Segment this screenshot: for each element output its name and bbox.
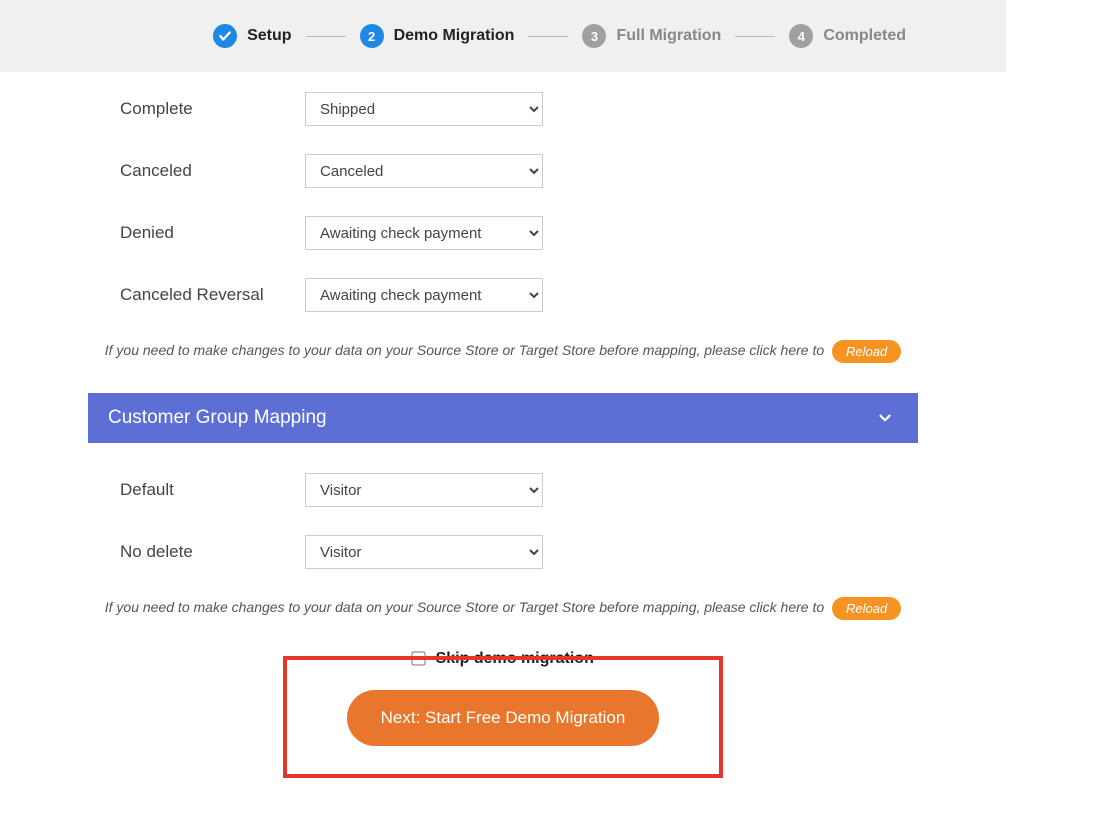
next-start-demo-button[interactable]: Next: Start Free Demo Migration bbox=[347, 690, 660, 746]
mapping-select-canceled-reversal[interactable]: Awaiting check payment bbox=[305, 278, 543, 312]
mapping-select-denied[interactable]: Awaiting check payment bbox=[305, 216, 543, 250]
mapping-row: Complete Shipped bbox=[0, 92, 1006, 126]
step-label: Demo Migration bbox=[394, 27, 515, 45]
step-number: 2 bbox=[360, 24, 384, 48]
mapping-label: Canceled Reversal bbox=[0, 285, 305, 305]
hint-text: If you need to make changes to your data… bbox=[105, 599, 824, 615]
step-setup: Setup bbox=[213, 24, 291, 48]
step-completed: 4 Completed bbox=[789, 24, 906, 48]
reload-button[interactable]: Reload bbox=[832, 597, 901, 620]
step-label: Full Migration bbox=[616, 27, 721, 45]
hint-row: If you need to make changes to your data… bbox=[0, 597, 1006, 620]
step-label: Setup bbox=[247, 27, 291, 45]
mapping-row: Canceled Reversal Awaiting check payment bbox=[0, 278, 1006, 312]
customer-group-select-no-delete[interactable]: Visitor bbox=[305, 535, 543, 569]
main-content: Complete Shipped Canceled Canceled Denie… bbox=[0, 72, 1006, 818]
highlight-box: Next: Start Free Demo Migration bbox=[283, 656, 723, 778]
mapping-row: Default Visitor bbox=[0, 473, 1006, 507]
step-connector bbox=[735, 36, 775, 37]
mapping-label: Denied bbox=[0, 223, 305, 243]
step-label: Completed bbox=[823, 27, 906, 45]
step-demo-migration: 2 Demo Migration bbox=[360, 24, 515, 48]
chevron-down-icon bbox=[876, 409, 894, 427]
step-full-migration: 3 Full Migration bbox=[582, 24, 721, 48]
step-number: 3 bbox=[582, 24, 606, 48]
customer-group-select-default[interactable]: Visitor bbox=[305, 473, 543, 507]
step-number: 4 bbox=[789, 24, 813, 48]
mapping-select-complete[interactable]: Shipped bbox=[305, 92, 543, 126]
hint-row: If you need to make changes to your data… bbox=[0, 340, 1006, 363]
reload-button[interactable]: Reload bbox=[832, 340, 901, 363]
stepper-bar: Setup 2 Demo Migration 3 Full Migration … bbox=[0, 0, 1006, 72]
mapping-label: Default bbox=[0, 480, 305, 500]
check-icon bbox=[213, 24, 237, 48]
customer-group-header[interactable]: Customer Group Mapping bbox=[88, 393, 918, 443]
hint-text: If you need to make changes to your data… bbox=[105, 342, 824, 358]
mapping-label: Complete bbox=[0, 99, 305, 119]
mapping-row: Denied Awaiting check payment bbox=[0, 216, 1006, 250]
mapping-row: Canceled Canceled bbox=[0, 154, 1006, 188]
step-connector bbox=[528, 36, 568, 37]
mapping-select-canceled[interactable]: Canceled bbox=[305, 154, 543, 188]
mapping-label: No delete bbox=[0, 542, 305, 562]
mapping-row: No delete Visitor bbox=[0, 535, 1006, 569]
section-title: Customer Group Mapping bbox=[108, 407, 327, 429]
mapping-label: Canceled bbox=[0, 161, 305, 181]
step-connector bbox=[306, 36, 346, 37]
